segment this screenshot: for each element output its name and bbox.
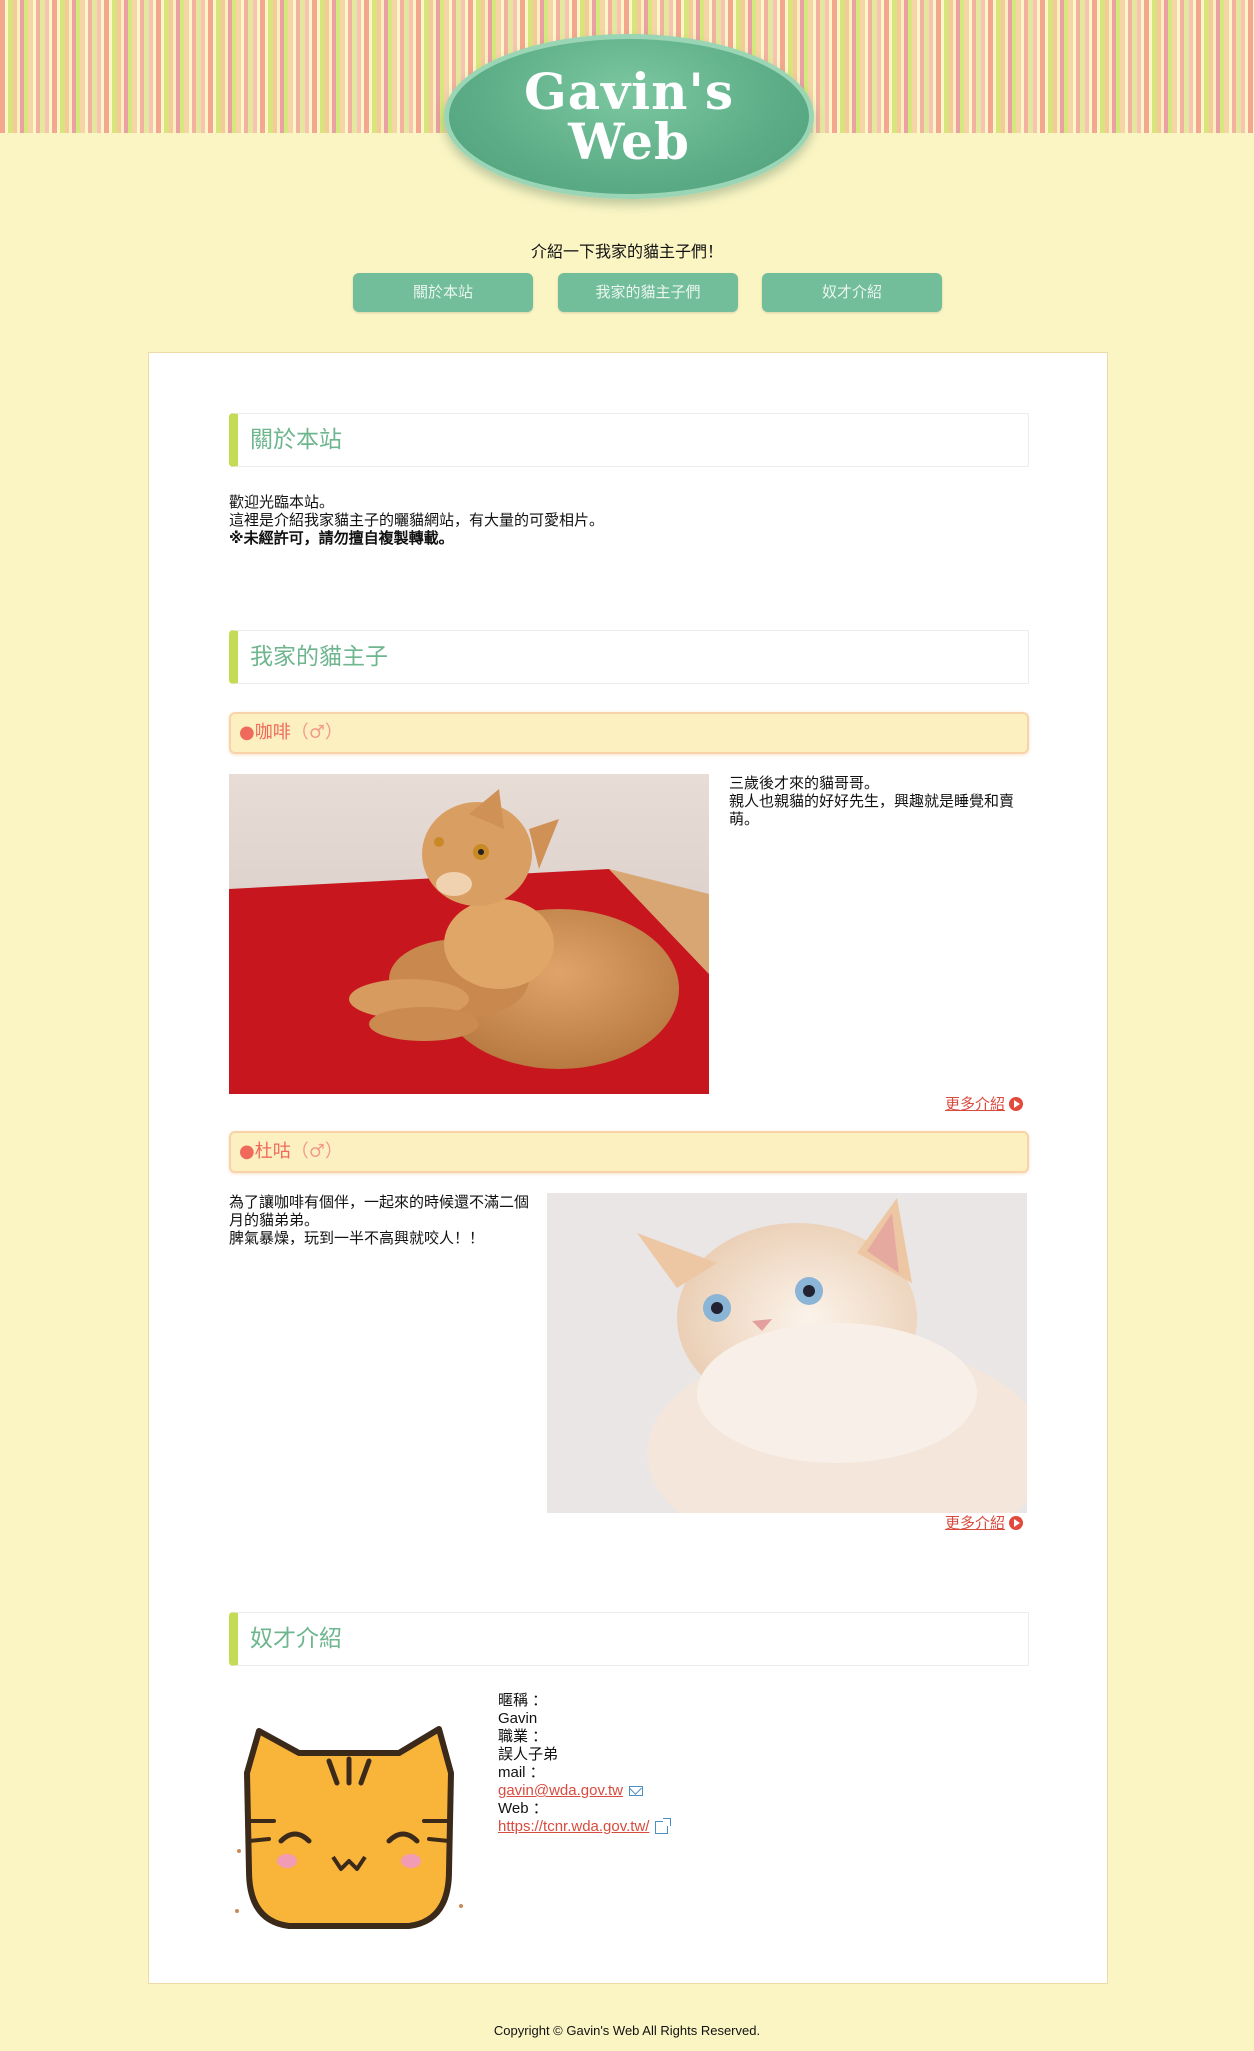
cat-2-photo <box>547 1193 1027 1513</box>
site-logo[interactable]: Gavin's Web <box>444 34 814 199</box>
about-line-2: 這裡是介紹我家貓主子的曬貓網站，有大量的可愛相片。 <box>229 511 605 529</box>
web-link[interactable]: https://tcnr.wda.gov.tw/ <box>498 1818 649 1835</box>
servant-avatar <box>229 1721 469 1951</box>
cat-2-name-bar: ●杜咕（♂） <box>229 1131 1029 1173</box>
cat-1-more-label: 更多介紹 <box>945 1095 1006 1113</box>
servant-profile: 暱稱 ： Gavin 職業 ： 誤人子弟 mail ： gavin@wda.go… <box>498 1692 672 1836</box>
cat-1-desc-line-2: 親人也親貓的好好先生，興趣就是睡覺和賣萌。 <box>729 792 1015 828</box>
cat-1-photo <box>229 774 709 1094</box>
logo-text: Gavin's Web <box>524 61 734 171</box>
nav-servant-button[interactable]: 奴才介紹 <box>762 273 942 312</box>
mail-link[interactable]: gavin@wda.gov.tw <box>498 1782 623 1799</box>
mail-label: mail ： <box>498 1764 545 1781</box>
play-arrow-icon <box>1009 1515 1024 1530</box>
about-line-1: 歡迎光臨本站。 <box>229 493 335 511</box>
mail-icon <box>629 1786 644 1797</box>
mail-row: gavin@wda.gov.tw <box>498 1782 668 1800</box>
play-arrow-icon <box>1009 1096 1024 1111</box>
cat-1-desc-line-1: 三歲後才來的貓哥哥。 <box>729 774 880 792</box>
about-text: 歡迎光臨本站。 這裡是介紹我家貓主子的曬貓網站，有大量的可愛相片。 ※未經許可，… <box>229 493 604 547</box>
nickname-value: Gavin <box>498 1710 538 1727</box>
cat-2-desc-line-1: 為了讓咖啡有個伴，一起來的時候還不滿二個月的貓弟弟。 <box>229 1193 530 1229</box>
cat-1-name: ●咖啡 <box>239 722 291 743</box>
web-label: Web ： <box>498 1800 548 1817</box>
cat-1-more-link[interactable]: 更多介紹 <box>945 1093 1024 1114</box>
tagline: 介紹一下我家的貓主子們！ <box>530 242 723 261</box>
web-row: https://tcnr.wda.gov.tw/ <box>498 1817 672 1836</box>
cat-2-desc: 為了讓咖啡有個伴，一起來的時候還不滿二個月的貓弟弟。 脾氣暴燥，玩到一半不高興就… <box>229 1193 529 1247</box>
cats-section-title: 我家的貓主子 <box>229 630 1029 684</box>
cat-2-name: ●杜咕 <box>239 1141 291 1162</box>
cat-2-desc-line-2: 脾氣暴燥，玩到一半不高興就咬人！！ <box>229 1229 485 1247</box>
nickname-label: 暱稱 ： <box>498 1692 548 1709</box>
main-nav: 關於本站 我家的貓主子們 奴才介紹 <box>0 273 1254 313</box>
servant-section-title: 奴才介紹 <box>229 1612 1029 1666</box>
cat-2-more-link[interactable]: 更多介紹 <box>945 1512 1024 1533</box>
about-section-title: 關於本站 <box>229 413 1029 467</box>
cat-2-sex: （♂） <box>290 1141 343 1162</box>
nav-about-button[interactable]: 關於本站 <box>353 273 533 312</box>
footer-copyright: Copyright © Gavin's Web All Rights Reser… <box>493 2023 761 2038</box>
cat-2-more-label: 更多介紹 <box>945 1514 1006 1532</box>
job-label: 職業 ： <box>498 1728 548 1745</box>
cat-1-name-bar: ●咖啡（♂） <box>229 712 1029 754</box>
external-link-icon <box>655 1817 672 1834</box>
cat-1-sex: （♂） <box>290 722 343 743</box>
nav-cats-button[interactable]: 我家的貓主子們 <box>558 273 738 312</box>
about-notice: ※未經許可，請勿擅自複製轉載。 <box>229 529 454 547</box>
job-value: 誤人子弟 <box>498 1746 559 1763</box>
cat-1-desc: 三歲後才來的貓哥哥。 親人也親貓的好好先生，興趣就是睡覺和賣萌。 <box>729 774 1029 828</box>
